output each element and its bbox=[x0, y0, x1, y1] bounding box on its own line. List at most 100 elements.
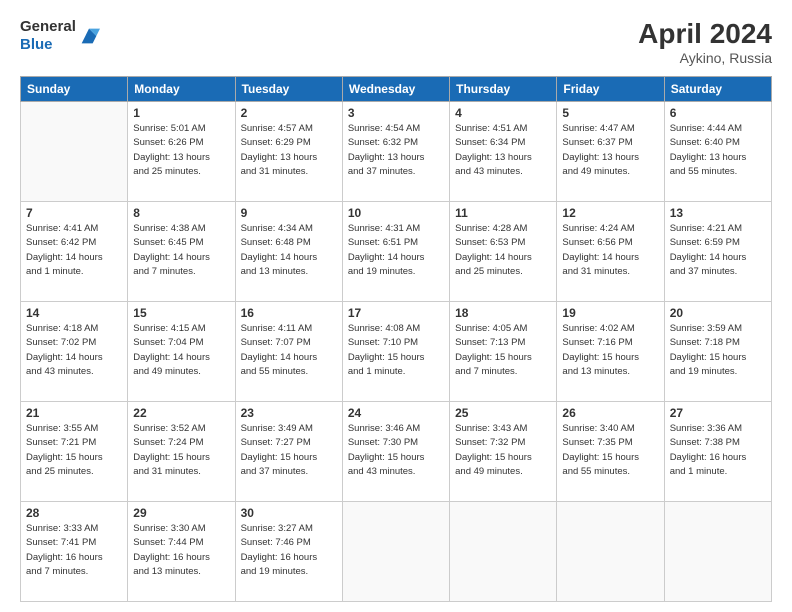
weekday-header-row: SundayMondayTuesdayWednesdayThursdayFrid… bbox=[21, 77, 772, 102]
day-info: Sunrise: 4:31 AMSunset: 6:51 PMDaylight:… bbox=[348, 222, 444, 279]
weekday-wednesday: Wednesday bbox=[342, 77, 449, 102]
day-info-line: and 55 minutes. bbox=[670, 165, 766, 179]
day-number: 6 bbox=[670, 106, 766, 120]
day-info: Sunrise: 4:08 AMSunset: 7:10 PMDaylight:… bbox=[348, 322, 444, 379]
day-info-line: Daylight: 16 hours bbox=[133, 551, 229, 565]
day-info-line: Sunrise: 4:47 AM bbox=[562, 122, 658, 136]
day-info-line: and 31 minutes. bbox=[133, 465, 229, 479]
calendar-body: 1Sunrise: 5:01 AMSunset: 6:26 PMDaylight… bbox=[21, 102, 772, 602]
day-info-line: Sunset: 7:07 PM bbox=[241, 336, 337, 350]
day-info: Sunrise: 4:41 AMSunset: 6:42 PMDaylight:… bbox=[26, 222, 122, 279]
day-info-line: and 1 minute. bbox=[26, 265, 122, 279]
day-info: Sunrise: 4:34 AMSunset: 6:48 PMDaylight:… bbox=[241, 222, 337, 279]
day-info-line: and 19 minutes. bbox=[348, 265, 444, 279]
day-info-line: Sunset: 7:13 PM bbox=[455, 336, 551, 350]
day-info: Sunrise: 3:59 AMSunset: 7:18 PMDaylight:… bbox=[670, 322, 766, 379]
month-title: April 2024 bbox=[638, 18, 772, 50]
calendar-cell: 19Sunrise: 4:02 AMSunset: 7:16 PMDayligh… bbox=[557, 302, 664, 402]
day-info-line: and 7 minutes. bbox=[26, 565, 122, 579]
day-info-line: Daylight: 13 hours bbox=[348, 151, 444, 165]
day-info-line: Sunrise: 4:34 AM bbox=[241, 222, 337, 236]
day-info-line: and 55 minutes. bbox=[562, 465, 658, 479]
day-info-line: Daylight: 15 hours bbox=[348, 351, 444, 365]
day-info-line: Sunrise: 5:01 AM bbox=[133, 122, 229, 136]
day-info-line: Sunset: 6:34 PM bbox=[455, 136, 551, 150]
day-info-line: Daylight: 14 hours bbox=[26, 351, 122, 365]
day-info-line: Daylight: 14 hours bbox=[348, 251, 444, 265]
day-info-line: Sunrise: 4:54 AM bbox=[348, 122, 444, 136]
day-info-line: and 1 minute. bbox=[348, 365, 444, 379]
calendar-cell: 29Sunrise: 3:30 AMSunset: 7:44 PMDayligh… bbox=[128, 502, 235, 602]
calendar-cell: 27Sunrise: 3:36 AMSunset: 7:38 PMDayligh… bbox=[664, 402, 771, 502]
calendar-cell: 28 Sunrise: 3:33 AMSunset: 7:41 PMDayligh… bbox=[21, 502, 128, 602]
day-info-line: Daylight: 14 hours bbox=[562, 251, 658, 265]
day-info-line: and 25 minutes. bbox=[455, 265, 551, 279]
day-info-line: and 43 minutes. bbox=[455, 165, 551, 179]
calendar-cell: 22Sunrise: 3:52 AMSunset: 7:24 PMDayligh… bbox=[128, 402, 235, 502]
day-info-line: Sunrise: 4:31 AM bbox=[348, 222, 444, 236]
day-number: 3 bbox=[348, 106, 444, 120]
day-info: Sunrise: 3:40 AMSunset: 7:35 PMDaylight:… bbox=[562, 422, 658, 479]
day-number: 10 bbox=[348, 206, 444, 220]
location: Aykino, Russia bbox=[638, 50, 772, 66]
day-info-line: Sunset: 7:04 PM bbox=[133, 336, 229, 350]
day-info-line: Sunrise: 3:49 AM bbox=[241, 422, 337, 436]
day-info: Sunrise: 3:27 AMSunset: 7:46 PMDaylight:… bbox=[241, 522, 337, 579]
weekday-thursday: Thursday bbox=[450, 77, 557, 102]
day-info-line: Daylight: 15 hours bbox=[348, 451, 444, 465]
day-info: Sunrise: 4:57 AMSunset: 6:29 PMDaylight:… bbox=[241, 122, 337, 179]
day-number: 23 bbox=[241, 406, 337, 420]
day-number: 28 bbox=[26, 506, 122, 520]
calendar-cell: 25 Sunrise: 3:43 AMSunset: 7:32 PMDayligh… bbox=[450, 402, 557, 502]
day-info: Sunrise: 3:36 AMSunset: 7:38 PMDaylight:… bbox=[670, 422, 766, 479]
day-info-line: and 19 minutes. bbox=[670, 365, 766, 379]
day-info-line: Sunset: 6:53 PM bbox=[455, 236, 551, 250]
calendar-cell bbox=[342, 502, 449, 602]
day-info-line: Sunset: 6:51 PM bbox=[348, 236, 444, 250]
day-info-line: Sunset: 7:30 PM bbox=[348, 436, 444, 450]
day-info: Sunrise: 3:33 AMSunset: 7:41 PMDaylight:… bbox=[26, 522, 122, 579]
logo-icon bbox=[78, 25, 100, 47]
day-info-line: Daylight: 15 hours bbox=[562, 351, 658, 365]
logo-text: General Blue bbox=[20, 18, 76, 54]
calendar-cell: 2Sunrise: 4:57 AMSunset: 6:29 PMDaylight… bbox=[235, 102, 342, 202]
week-row-0: 1Sunrise: 5:01 AMSunset: 6:26 PMDaylight… bbox=[21, 102, 772, 202]
day-info: Sunrise: 3:43 AMSunset: 7:32 PMDaylight:… bbox=[455, 422, 551, 479]
week-row-1: 7Sunrise: 4:41 AMSunset: 6:42 PMDaylight… bbox=[21, 202, 772, 302]
day-info-line: Daylight: 14 hours bbox=[133, 251, 229, 265]
day-info: Sunrise: 4:51 AMSunset: 6:34 PMDaylight:… bbox=[455, 122, 551, 179]
day-info-line: Sunrise: 3:30 AM bbox=[133, 522, 229, 536]
day-info-line: and 31 minutes. bbox=[241, 165, 337, 179]
day-info-line: Daylight: 14 hours bbox=[670, 251, 766, 265]
calendar-table: SundayMondayTuesdayWednesdayThursdayFrid… bbox=[20, 76, 772, 602]
day-number: 24 bbox=[348, 406, 444, 420]
calendar-cell: 21Sunrise: 3:55 AMSunset: 7:21 PMDayligh… bbox=[21, 402, 128, 502]
calendar-cell: 13Sunrise: 4:21 AMSunset: 6:59 PMDayligh… bbox=[664, 202, 771, 302]
calendar-cell: 7Sunrise: 4:41 AMSunset: 6:42 PMDaylight… bbox=[21, 202, 128, 302]
calendar-cell: 14Sunrise: 4:18 AMSunset: 7:02 PMDayligh… bbox=[21, 302, 128, 402]
day-info: Sunrise: 4:05 AMSunset: 7:13 PMDaylight:… bbox=[455, 322, 551, 379]
day-info-line: Sunrise: 4:41 AM bbox=[26, 222, 122, 236]
day-info-line: Sunset: 6:48 PM bbox=[241, 236, 337, 250]
calendar-cell: 24Sunrise: 3:46 AMSunset: 7:30 PMDayligh… bbox=[342, 402, 449, 502]
day-info: Sunrise: 3:55 AMSunset: 7:21 PMDaylight:… bbox=[26, 422, 122, 479]
day-info-line: Sunset: 7:18 PM bbox=[670, 336, 766, 350]
day-info-line: Sunrise: 4:28 AM bbox=[455, 222, 551, 236]
day-number: 12 bbox=[562, 206, 658, 220]
calendar-cell: 1Sunrise: 5:01 AMSunset: 6:26 PMDaylight… bbox=[128, 102, 235, 202]
day-info-line: Sunset: 7:44 PM bbox=[133, 536, 229, 550]
day-info-line: Sunrise: 4:05 AM bbox=[455, 322, 551, 336]
day-info-line: Daylight: 15 hours bbox=[133, 451, 229, 465]
day-info-line: Sunset: 6:42 PM bbox=[26, 236, 122, 250]
weekday-tuesday: Tuesday bbox=[235, 77, 342, 102]
calendar-cell: 20Sunrise: 3:59 AMSunset: 7:18 PMDayligh… bbox=[664, 302, 771, 402]
day-info-line: Daylight: 15 hours bbox=[670, 351, 766, 365]
day-info-line: Sunset: 6:26 PM bbox=[133, 136, 229, 150]
weekday-sunday: Sunday bbox=[21, 77, 128, 102]
title-block: April 2024 Aykino, Russia bbox=[638, 18, 772, 66]
day-info-line: Sunrise: 3:40 AM bbox=[562, 422, 658, 436]
day-number: 25 bbox=[455, 406, 551, 420]
day-info-line: Daylight: 13 hours bbox=[670, 151, 766, 165]
week-row-2: 14Sunrise: 4:18 AMSunset: 7:02 PMDayligh… bbox=[21, 302, 772, 402]
day-number: 13 bbox=[670, 206, 766, 220]
